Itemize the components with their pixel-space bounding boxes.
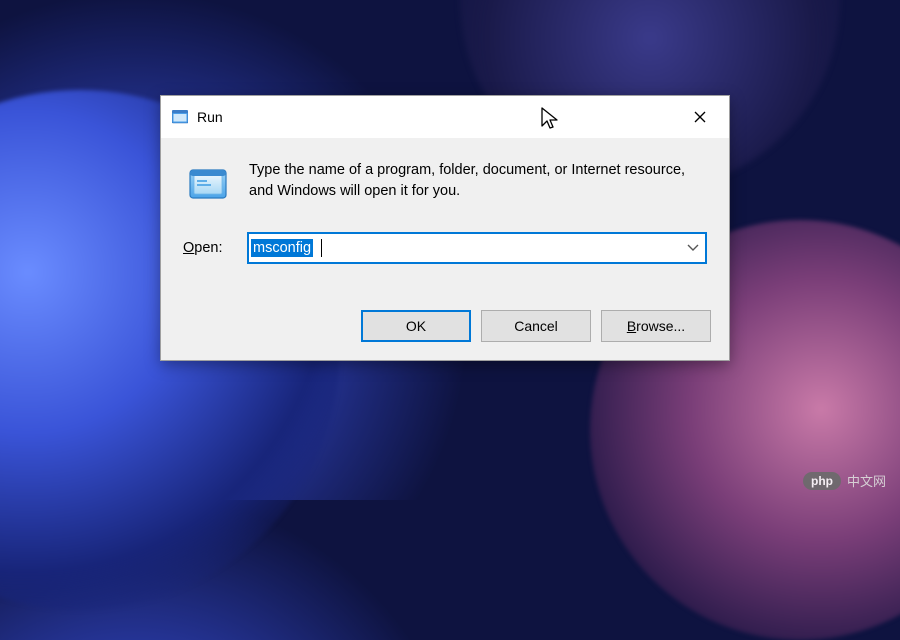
- titlebar[interactable]: Run: [161, 96, 729, 138]
- watermark: php 中文网: [803, 471, 886, 490]
- run-program-icon: [187, 162, 231, 206]
- button-row: OK Cancel Browse...: [161, 296, 729, 360]
- run-dialog: Run: [160, 95, 730, 361]
- open-input[interactable]: [247, 232, 707, 264]
- watermark-text: 中文网: [847, 471, 886, 490]
- browse-button[interactable]: Browse...: [601, 310, 711, 342]
- dialog-title: Run: [197, 109, 223, 125]
- cancel-button[interactable]: Cancel: [481, 310, 591, 342]
- close-button[interactable]: [677, 99, 723, 135]
- open-combobox[interactable]: msconfig: [247, 232, 707, 264]
- watermark-badge: php: [803, 472, 841, 490]
- text-caret: [321, 239, 322, 257]
- close-icon: [694, 111, 706, 123]
- dialog-message: Type the name of a program, folder, docu…: [249, 160, 707, 202]
- open-label: Open:: [183, 240, 233, 256]
- run-title-icon: [171, 108, 189, 126]
- ok-button[interactable]: OK: [361, 310, 471, 342]
